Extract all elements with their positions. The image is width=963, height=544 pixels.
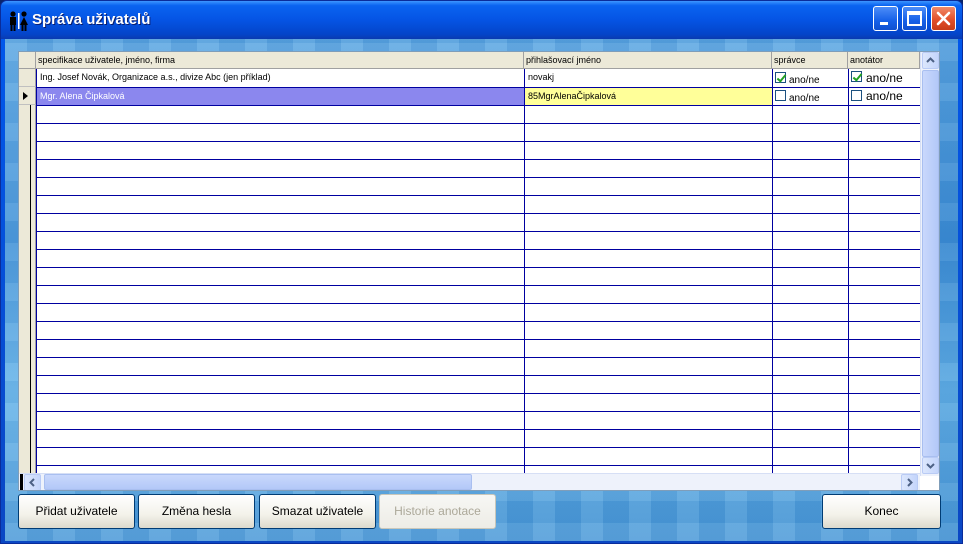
grid-row-line (36, 429, 920, 430)
grid-row-line (36, 87, 920, 88)
cell-login[interactable]: novakj (525, 69, 772, 86)
minimize-icon (880, 22, 888, 25)
grid-row-line (36, 105, 920, 106)
grid-row-line (36, 357, 920, 358)
cell-spec-selected[interactable]: Mgr. Alena Čipkalová (37, 88, 524, 105)
cell-login-editing[interactable]: 85MgrAlenaČipkalová (525, 88, 772, 105)
grid-row-line (36, 231, 920, 232)
grid-row-line (36, 159, 920, 160)
minimize-button[interactable] (873, 6, 898, 31)
change-password-button[interactable]: Změna hesla (138, 494, 255, 529)
splitter-grip[interactable] (20, 474, 23, 490)
vertical-scrollbar[interactable] (920, 52, 939, 476)
chevron-up-icon (926, 57, 935, 63)
admin-checkbox[interactable] (775, 90, 786, 101)
grid-row-line (36, 303, 920, 304)
grid-row-line (36, 177, 920, 178)
chevron-right-icon (907, 478, 913, 487)
grid-row-line (36, 267, 920, 268)
grid-row-line (36, 195, 920, 196)
grid-corner-header (19, 52, 36, 69)
grid-row-line (36, 285, 920, 286)
window-client-area: specifikace uživatele, jméno, firma přih… (5, 39, 958, 541)
grid-row-line (36, 465, 920, 466)
annotator-checkbox[interactable] (851, 90, 862, 101)
admin-checkbox[interactable] (775, 72, 786, 83)
grid-row-line (36, 393, 920, 394)
window-title: Správa uživatelů (32, 11, 151, 28)
chevron-down-icon (926, 463, 935, 469)
column-header-admin[interactable]: správce (772, 52, 848, 69)
annotator-checkbox-label: ano/ne (866, 71, 903, 85)
close-icon (936, 11, 951, 26)
annotation-history-button[interactable]: Historie anotace (379, 494, 496, 529)
close-button[interactable]: Konec (822, 494, 941, 529)
annotator-checkbox-label: ano/ne (866, 89, 903, 103)
grid-row-line (36, 447, 920, 448)
row-selector-current[interactable] (19, 87, 36, 105)
cell-spec[interactable]: Ing. Josef Novák, Organizace a.s., diviz… (37, 69, 524, 86)
column-header-login[interactable]: přihlašovací jméno (524, 52, 772, 69)
grid-column-line (772, 69, 773, 476)
admin-checkbox-label: ano/ne (789, 75, 820, 86)
horizontal-scrollbar[interactable] (19, 473, 920, 490)
grid-row-line (36, 375, 920, 376)
grid-row-line (36, 141, 920, 142)
delete-user-button[interactable]: Smazat uživatele (259, 494, 376, 529)
column-header-spec[interactable]: specifikace uživatele, jméno, firma (36, 52, 524, 69)
grid-row-line (36, 123, 920, 124)
title-bar[interactable]: Správa uživatelů (1, 1, 962, 39)
column-header-annotator[interactable]: anotátor (848, 52, 920, 69)
grid-column-line (848, 69, 849, 476)
scroll-up-button[interactable] (922, 52, 939, 69)
maximize-icon (907, 11, 922, 26)
maximize-button[interactable] (902, 6, 927, 31)
grid-row-line (36, 213, 920, 214)
scroll-right-button[interactable] (901, 474, 918, 490)
current-row-arrow-icon (23, 92, 28, 100)
scroll-down-button[interactable] (922, 457, 939, 474)
add-user-button[interactable]: Přidat uživatele (18, 494, 135, 529)
close-window-button[interactable] (931, 6, 956, 31)
annotator-checkbox[interactable] (851, 71, 862, 82)
horizontal-scroll-thumb[interactable] (44, 474, 472, 490)
users-grid[interactable]: specifikace uživatele, jméno, firma přih… (18, 51, 940, 491)
grid-column-line (524, 69, 525, 476)
grid-column-line (36, 69, 37, 476)
grid-row-line (36, 321, 920, 322)
row-selector-empty (19, 105, 36, 476)
scroll-left-button[interactable] (24, 474, 41, 490)
chevron-left-icon (29, 478, 35, 487)
grid-row-line (36, 339, 920, 340)
grid-row-line (36, 249, 920, 250)
admin-checkbox-label: ano/ne (789, 93, 820, 104)
user-management-window: Správa uživatelů specifikace uživatele, … (0, 0, 963, 544)
grid-row-line (36, 411, 920, 412)
row-selector[interactable] (19, 69, 36, 87)
users-icon (10, 11, 28, 31)
vertical-scroll-thumb[interactable] (922, 70, 939, 457)
